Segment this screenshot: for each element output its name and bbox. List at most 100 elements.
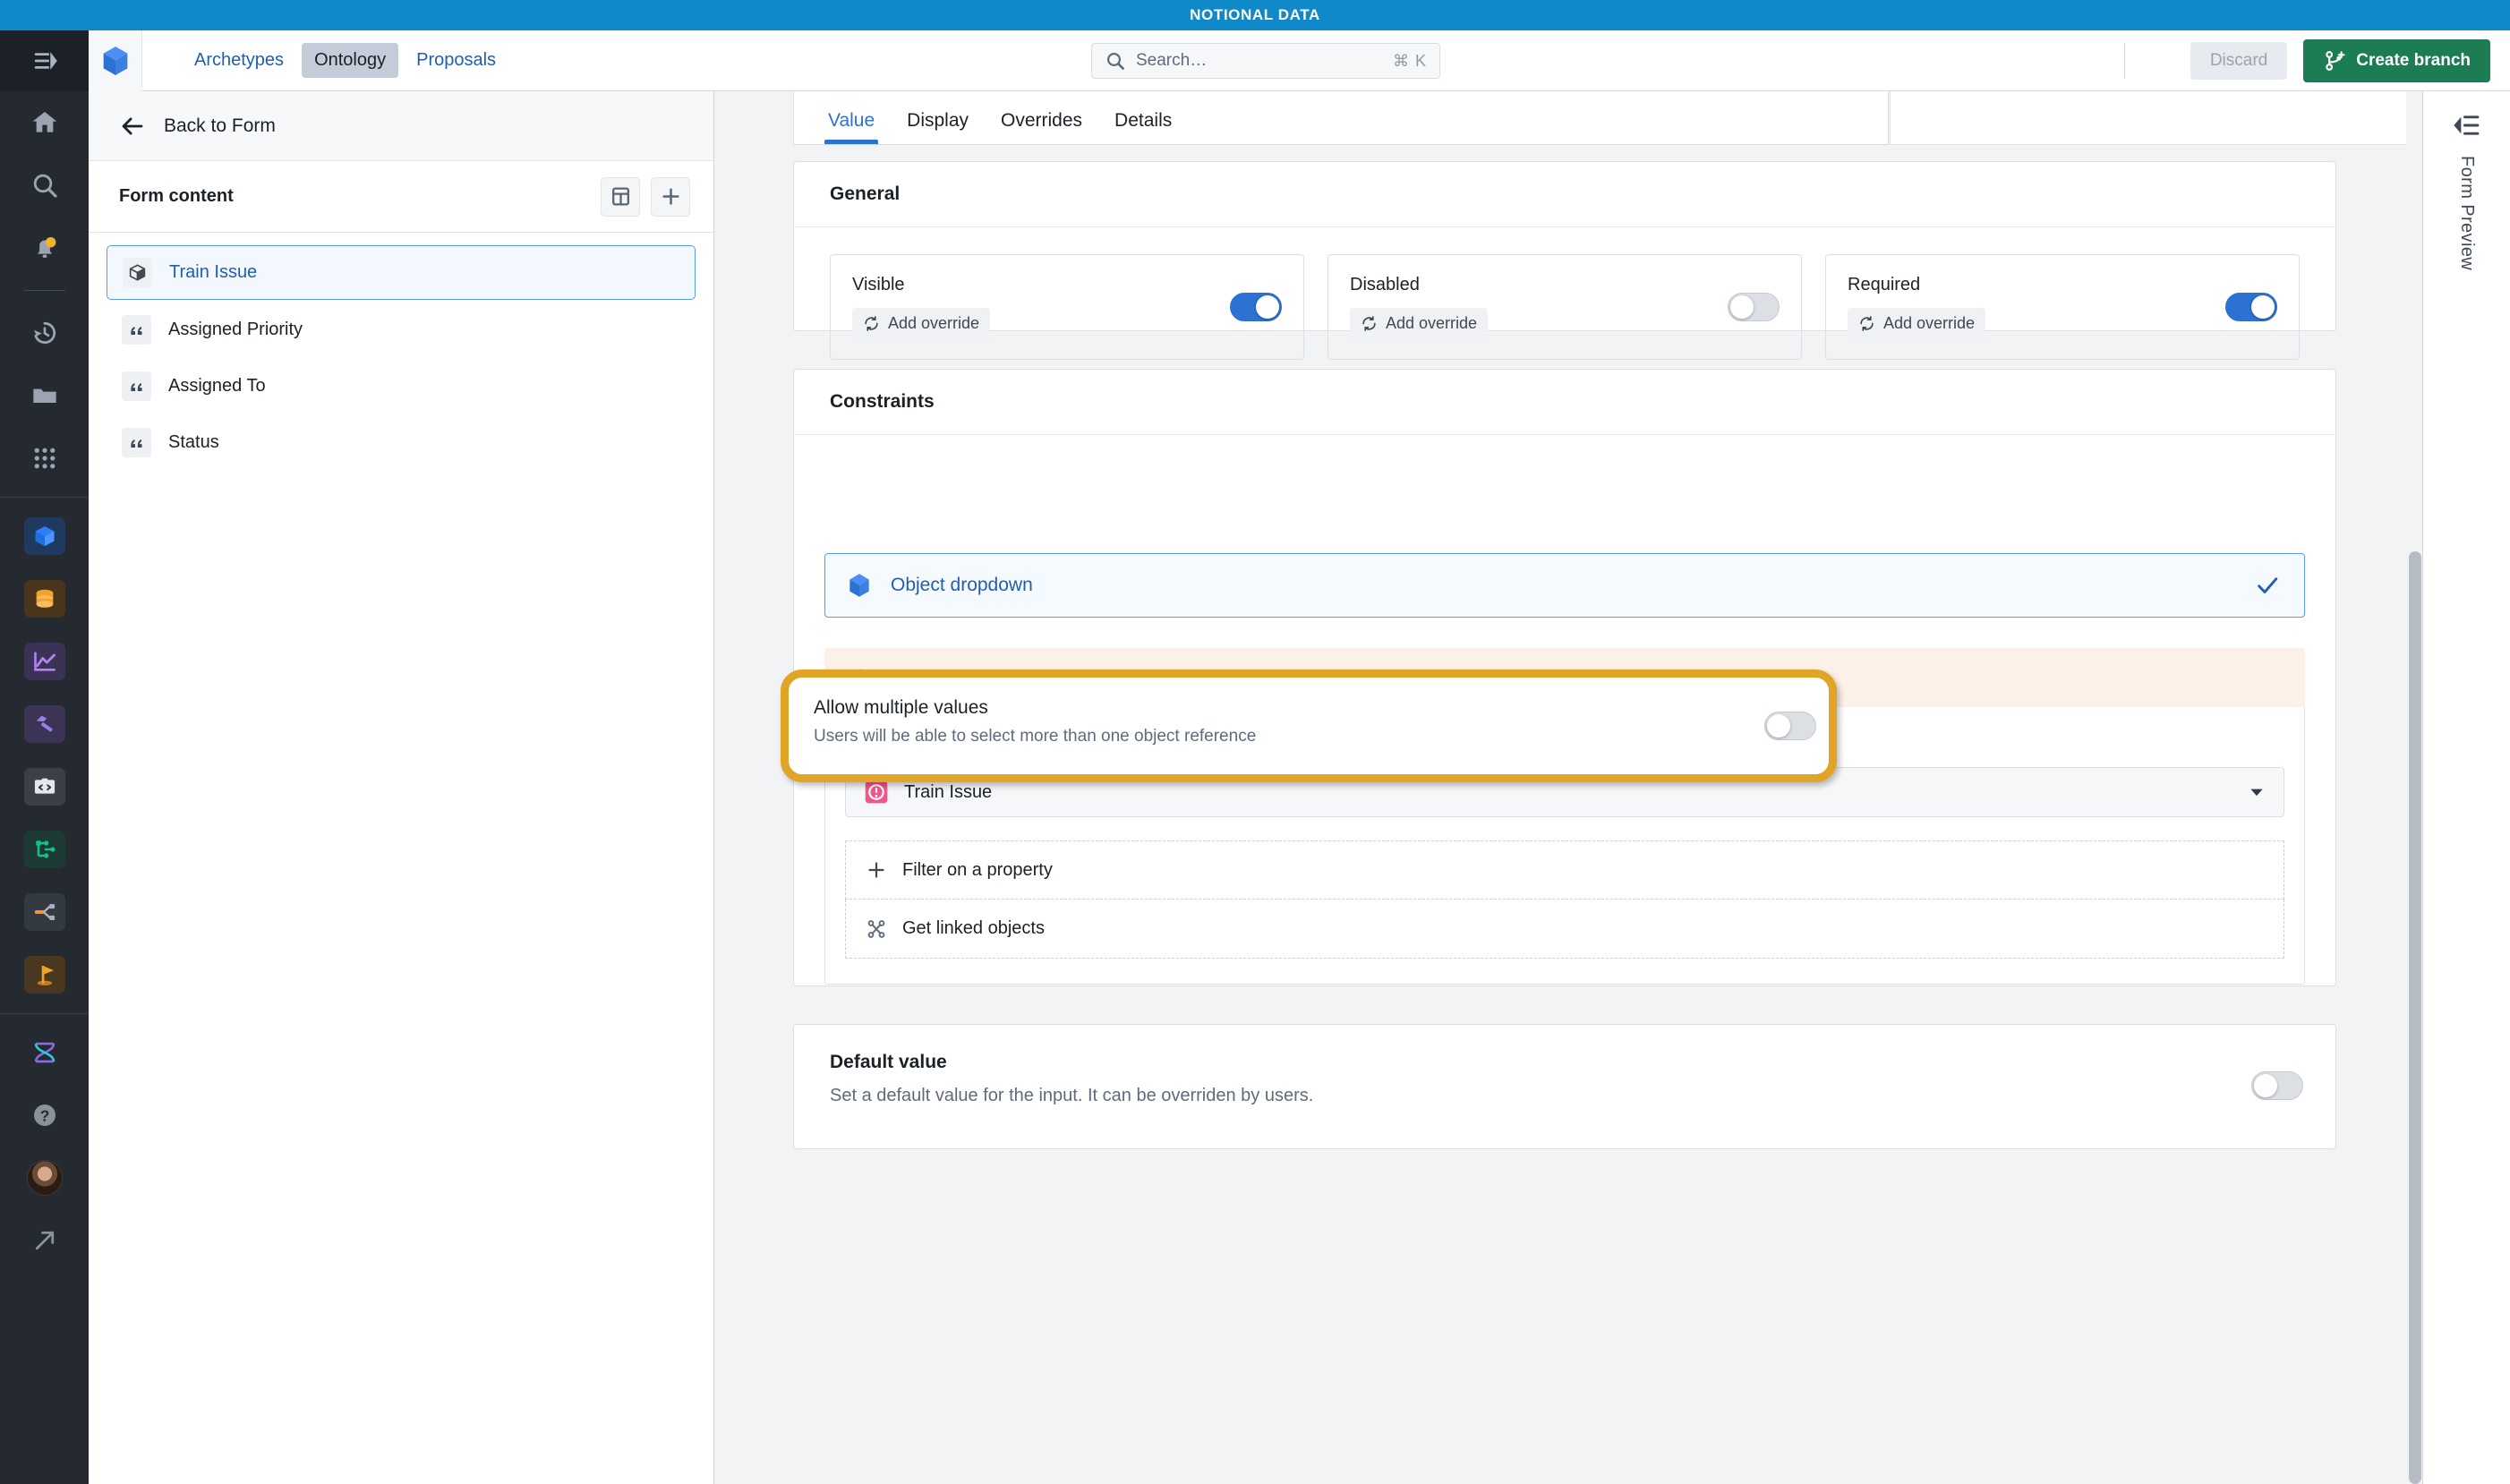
constraints-card-title: Constraints [794, 370, 2335, 435]
create-branch-button[interactable]: Create branch [2303, 39, 2490, 82]
disabled-add-override-label: Add override [1386, 314, 1478, 332]
visible-toggle-card: Visible Add override [830, 254, 1304, 360]
form-item-label: Assigned To [168, 376, 266, 396]
add-form-item-button[interactable] [651, 176, 690, 217]
allow-multiple-values-row: Allow multiple values Users will be able… [789, 678, 1829, 774]
layout-panel-icon [611, 187, 629, 206]
header-actions: Discard Create branch [2190, 30, 2490, 91]
main-content: Value Display Overrides Details General … [714, 91, 2422, 1484]
form-item-label: Assigned Priority [168, 320, 303, 339]
chart-icon [23, 643, 65, 680]
visible-toggle[interactable] [1230, 293, 1282, 321]
notional-data-banner: NOTIONAL DATA [0, 0, 2510, 30]
apps-grid-button[interactable] [0, 427, 89, 490]
starting-object-set-value: Train Issue [904, 781, 993, 802]
pipeline-button[interactable] [0, 818, 89, 881]
default-value-row: Default value Set a default value for th… [794, 1025, 2335, 1137]
default-value-toggle[interactable] [2251, 1071, 2303, 1100]
nav-item-archetypes[interactable]: Archetypes [182, 43, 296, 78]
chart-app-button[interactable] [0, 630, 89, 693]
value-tabs: Value Display Overrides Details [793, 91, 1889, 145]
form-preview-rail: Form Preview [2422, 91, 2510, 1484]
get-linked-objects-button[interactable]: Get linked objects [845, 900, 2284, 959]
flag-button[interactable] [0, 943, 89, 1006]
help-button[interactable]: ? [0, 1084, 89, 1147]
required-toggle[interactable] [2225, 293, 2277, 321]
notifications-button[interactable] [0, 217, 89, 279]
general-card: General Visible Add override Disabled Ad… [793, 161, 2336, 360]
allow-multiple-values-highlight: Allow multiple values Users will be able… [781, 670, 1837, 782]
object-dropdown-option[interactable]: Object dropdown [824, 553, 2305, 618]
rail-divider [0, 497, 89, 498]
tab-display[interactable]: Display [894, 110, 981, 144]
filter-on-a-property-button[interactable]: Filter on a property [845, 840, 2284, 900]
app-header: Archetypes Ontology Proposals Search… ⌘ … [89, 30, 2510, 91]
hourglass-button[interactable] [0, 1021, 89, 1084]
user-avatar [26, 1160, 63, 1196]
app-logo-button[interactable] [89, 30, 142, 91]
form-content-panel: Back to Form Form content Train Issue As… [89, 91, 714, 1484]
default-value-card: Default value Set a default value for th… [793, 1024, 2336, 1149]
allow-multiple-values-toggle[interactable] [1764, 712, 1816, 740]
nav-item-proposals[interactable]: Proposals [404, 43, 508, 78]
history-icon [33, 321, 55, 345]
user-avatar-button[interactable] [0, 1147, 89, 1209]
hammer-app-button[interactable] [0, 693, 89, 755]
quote-icon [122, 371, 151, 401]
required-label: Required [1848, 275, 1921, 294]
back-to-form-button[interactable]: Back to Form [89, 91, 713, 161]
search-shortcut-hint: ⌘ K [1392, 51, 1427, 70]
check-icon [2258, 577, 2278, 593]
discard-button[interactable]: Discard [2190, 42, 2288, 80]
form-item-status[interactable]: Status [107, 416, 696, 469]
search-input[interactable]: Search… ⌘ K [1091, 43, 1440, 79]
collapse-right-icon[interactable] [2453, 111, 2481, 140]
search-button[interactable] [0, 154, 89, 217]
nav-item-ontology[interactable]: Ontology [302, 43, 399, 78]
layout-toggle-button[interactable] [601, 176, 640, 217]
tab-overrides[interactable]: Overrides [988, 110, 1095, 144]
home-icon [32, 112, 56, 132]
main-scrollbar-thumb[interactable] [2409, 551, 2421, 1484]
form-item-assigned-to[interactable]: Assigned To [107, 360, 696, 413]
quote-icon [122, 315, 151, 345]
allow-multiple-values-label: Allow multiple values [814, 697, 988, 718]
svg-text:?: ? [39, 1107, 49, 1125]
form-content-header: Form content [89, 161, 713, 233]
refresh-icon [1362, 316, 1376, 331]
branch-merge-button[interactable] [0, 881, 89, 943]
apps-grid-icon [34, 448, 55, 469]
folder-button[interactable] [0, 364, 89, 427]
chevron-down-icon [2250, 789, 2263, 797]
ontology-app-button[interactable] [0, 505, 89, 567]
history-button[interactable] [0, 302, 89, 364]
code-workbook-button[interactable] [0, 755, 89, 818]
disabled-add-override-button[interactable]: Add override [1350, 308, 1489, 339]
arrow-left-icon [122, 117, 143, 134]
tab-value[interactable]: Value [815, 110, 887, 144]
form-item-train-issue[interactable]: Train Issue [107, 245, 696, 300]
disabled-toggle-card: Disabled Add override [1328, 254, 1802, 360]
branch-plus-icon [2326, 51, 2345, 71]
tab-details[interactable]: Details [1102, 110, 1184, 144]
form-item-assigned-priority[interactable]: Assigned Priority [107, 303, 696, 356]
external-link-button[interactable] [0, 1209, 89, 1272]
visible-add-override-button[interactable]: Add override [852, 308, 991, 339]
plus-icon [662, 188, 679, 205]
link-nodes-icon [867, 919, 885, 938]
collapse-panel-icon [34, 52, 57, 70]
required-add-override-button[interactable]: Add override [1848, 308, 1986, 339]
plus-icon [868, 862, 884, 878]
rail-separator [23, 290, 65, 291]
default-value-title: Default value [830, 1052, 947, 1072]
form-item-label: Train Issue [169, 262, 258, 282]
database-app-button[interactable] [0, 567, 89, 630]
home-button[interactable] [0, 91, 89, 154]
form-content-title: Form content [119, 186, 234, 206]
get-linked-objects-label: Get linked objects [902, 918, 1045, 938]
default-value-description: Set a default value for the input. It ca… [830, 1086, 1314, 1105]
collapse-panel-button[interactable] [0, 30, 89, 91]
refresh-icon [1860, 316, 1874, 331]
primary-nav: Archetypes Ontology Proposals [182, 43, 508, 78]
disabled-toggle[interactable] [1728, 293, 1780, 321]
